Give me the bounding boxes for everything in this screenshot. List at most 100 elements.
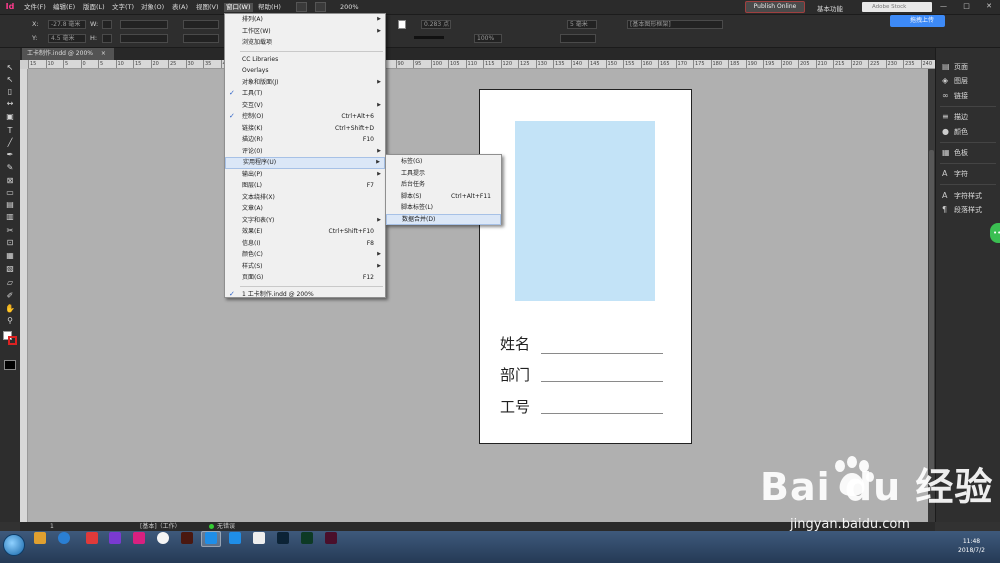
taskbar-app-icon[interactable]	[109, 532, 121, 544]
menu-item[interactable]: 标签(G)	[386, 156, 501, 168]
fill-swatch[interactable]	[398, 20, 406, 29]
vertical-ruler[interactable]	[20, 69, 28, 522]
taskbar-app-icon[interactable]	[205, 532, 217, 544]
menu-item[interactable]: 描边(R) F10	[225, 134, 385, 146]
h-field[interactable]	[102, 34, 112, 43]
menu-item[interactable]: 后台任务	[386, 179, 501, 191]
page-number-field[interactable]: 1	[50, 522, 54, 531]
menu-item[interactable]: 文字和表(Y) ▶	[225, 215, 385, 227]
gradient-feather-tool-icon[interactable]: ▧	[4, 264, 16, 274]
taskbar-app-icon[interactable]	[34, 532, 46, 544]
direct-selection-tool-icon[interactable]: ↖	[4, 75, 16, 85]
gap-tool-icon[interactable]: ↔	[4, 99, 16, 109]
start-button-icon[interactable]	[3, 534, 25, 556]
gradient-swatch-tool-icon[interactable]: ▦	[4, 251, 16, 261]
stroke-weight-field[interactable]: 0.283 点	[421, 20, 451, 29]
menu-item[interactable]: 页面(G) F12	[225, 272, 385, 284]
hand-tool-icon[interactable]: ✋	[4, 304, 16, 314]
free-transform-tool-icon[interactable]: ⊡	[4, 238, 16, 248]
preflight-profile[interactable]: [基本]（工作）	[140, 522, 181, 531]
menu-help[interactable]: 帮助(H)	[258, 3, 281, 12]
panel-links[interactable]: ∞ 链接	[942, 90, 1000, 101]
panel-character-styles[interactable]: A 字符样式	[942, 190, 1000, 201]
menu-item[interactable]: 信息(I) F8	[225, 238, 385, 250]
menu-item[interactable]: CC Libraries	[225, 54, 385, 66]
upload-button[interactable]: 拖拽上传	[890, 15, 945, 27]
panel-pages[interactable]: ▤ 页面	[942, 61, 1000, 72]
publish-online-button[interactable]: Publish Online	[745, 1, 805, 13]
panel-stroke[interactable]: ≡ 描边	[942, 111, 1000, 122]
note-tool-icon[interactable]: ▱	[4, 278, 16, 288]
horizontal-ruler[interactable]: 1510505101520253035404550556065707580859…	[28, 60, 935, 69]
zoom-tool-icon[interactable]: ⚲	[4, 316, 16, 326]
workspace-switcher[interactable]: 基本功能	[817, 3, 843, 13]
page-tool-icon[interactable]: ▯	[4, 87, 16, 97]
taskbar-app-icon[interactable]	[133, 532, 145, 544]
scale-y-field[interactable]	[183, 34, 219, 43]
menu-item[interactable]: 排列(A) ▶	[225, 14, 385, 26]
menu-layout[interactable]: 版面(L)	[83, 3, 105, 12]
taskbar-app-icon[interactable]	[86, 532, 98, 544]
ruler-origin[interactable]	[20, 60, 28, 69]
stroke-type-line[interactable]	[414, 36, 444, 39]
shear-field[interactable]	[120, 34, 168, 43]
stroke-color-icon[interactable]	[8, 336, 17, 345]
menu-object[interactable]: 对象(O)	[141, 3, 164, 12]
menu-item[interactable]: 评论(0) ▶	[225, 146, 385, 158]
zoom-level[interactable]: 200%	[340, 3, 359, 11]
y-field[interactable]: 4.5 毫米	[48, 34, 86, 43]
menu-item[interactable]: 文本绕排(X)	[225, 192, 385, 204]
preflight-status[interactable]: 无错误	[217, 522, 235, 531]
object-style-field[interactable]	[560, 34, 596, 43]
rect-frame-tool-icon[interactable]: ⊠	[4, 176, 16, 186]
taskbar-browser-icon[interactable]	[58, 532, 70, 544]
menu-item[interactable]: 链接(K) Ctrl+Shift+D	[225, 123, 385, 135]
pasteboard[interactable]	[28, 69, 928, 522]
document-tab[interactable]: 工卡制作.indd @ 200% ×	[22, 48, 114, 60]
menu-item[interactable]: 脚本(S) Ctrl+Alt+F11	[386, 191, 501, 203]
menu-item[interactable]: 实用程序(U) ▶	[225, 157, 385, 169]
photo-frame[interactable]	[515, 121, 655, 301]
panel-color[interactable]: ● 颜色	[942, 126, 1000, 137]
menu-item[interactable]: ✓ 工具(T)	[225, 88, 385, 100]
minibridge-button[interactable]	[315, 2, 326, 12]
system-clock[interactable]: 11:48 2018/7/2	[958, 537, 985, 555]
stock-search-input[interactable]: Adobe Stock	[862, 2, 932, 12]
taskbar-app-icon[interactable]	[181, 532, 193, 544]
rotate-field[interactable]	[120, 20, 168, 29]
selection-tool-icon[interactable]: ↖	[4, 63, 16, 73]
menu-edit[interactable]: 编辑(E)	[53, 3, 75, 12]
taskbar-app-icon[interactable]	[253, 532, 265, 544]
screen-mode-icon[interactable]	[4, 360, 16, 370]
x-field[interactable]: -27.8 毫米	[48, 20, 86, 29]
scissors-tool-icon[interactable]: ✂	[4, 226, 16, 236]
bridge-button[interactable]	[296, 2, 307, 12]
menu-type[interactable]: 文字(T)	[112, 3, 134, 12]
content-collector-icon[interactable]: ▣	[4, 112, 16, 122]
w-field[interactable]	[102, 20, 112, 29]
tab-close-icon[interactable]: ×	[101, 50, 106, 57]
window-controls[interactable]: — □ ✕	[940, 2, 999, 10]
menu-item[interactable]: 颜色(C) ▶	[225, 249, 385, 261]
menu-file[interactable]: 文件(F)	[24, 3, 46, 12]
line-tool-icon[interactable]: ╱	[4, 138, 16, 148]
panel-paragraph-styles[interactable]: ¶ 段落样式	[942, 204, 1000, 215]
rectangle-tool-icon[interactable]: ▭	[4, 188, 16, 198]
menu-item[interactable]: 文章(A)	[225, 203, 385, 215]
menu-item[interactable]: 输出(P) ▶	[225, 169, 385, 181]
menu-item[interactable]: ✓ 控制(O) Ctrl+Alt+6	[225, 111, 385, 123]
menu-item[interactable]: 数据合并(D)	[386, 213, 501, 225]
horizontal-grid-tool-icon[interactable]: ▤	[4, 200, 16, 210]
menu-item[interactable]: 样式(S) ▶	[225, 261, 385, 273]
menu-item[interactable]: 脚本标签(L)	[386, 202, 501, 214]
taskbar-photoshop-icon[interactable]	[277, 532, 289, 544]
menu-item[interactable]: 交互(V) ▶	[225, 100, 385, 112]
menu-table[interactable]: 表(A)	[172, 3, 188, 12]
menu-view[interactable]: 视图(V)	[196, 3, 219, 12]
type-tool-icon[interactable]: T	[4, 126, 16, 136]
menu-window[interactable]: 窗口(W)	[224, 3, 253, 12]
pencil-tool-icon[interactable]: ✎	[4, 163, 16, 173]
menu-item[interactable]: 浏览加载项	[225, 37, 385, 49]
menu-item[interactable]: 对象和版面(J) ▶	[225, 77, 385, 89]
taskbar-indesign-icon[interactable]	[325, 532, 337, 544]
